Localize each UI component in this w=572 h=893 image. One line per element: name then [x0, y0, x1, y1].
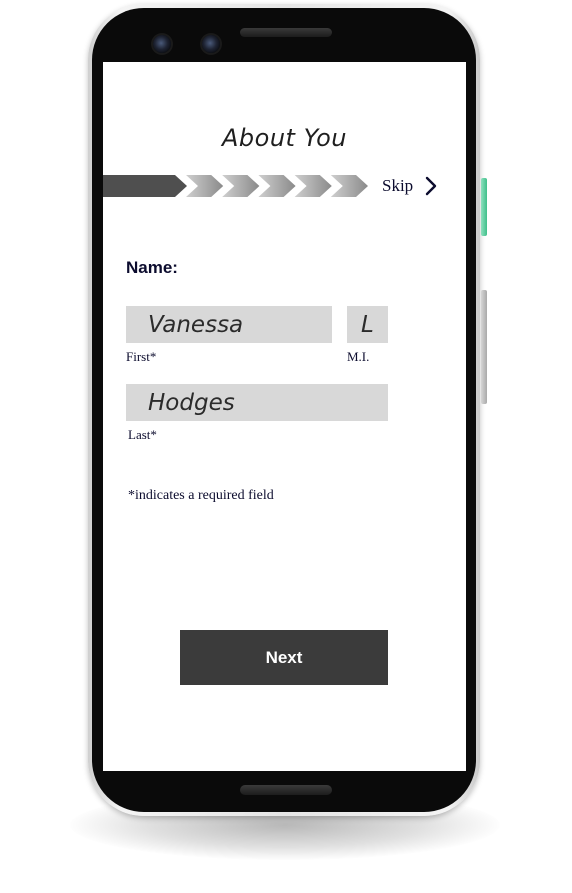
name-section-label: Name: — [126, 258, 178, 277]
first-name-caption: First* — [126, 349, 157, 364]
app-screen: About You Skip Name: Vanessa First* L M.… — [103, 62, 466, 771]
middle-initial-input[interactable]: L — [347, 306, 388, 343]
front-camera-icon — [153, 35, 171, 53]
chevron-right-icon — [425, 176, 437, 196]
skip-button[interactable]: Skip — [382, 173, 437, 199]
required-field-note: *indicates a required field — [128, 488, 274, 503]
progress-step-pending — [186, 175, 224, 197]
next-button[interactable]: Next — [180, 630, 388, 685]
side-button-volume — [481, 290, 487, 404]
page-title: About You — [221, 124, 347, 152]
skip-label: Skip — [382, 176, 414, 195]
last-name-caption: Last* — [128, 427, 157, 442]
progress-step-pending — [330, 175, 368, 197]
first-name-input[interactable]: Vanessa — [126, 306, 332, 343]
bottom-speaker — [240, 785, 332, 795]
middle-initial-caption: M.I. — [347, 349, 370, 364]
progress-step-pending — [222, 175, 260, 197]
earpiece-speaker — [240, 28, 332, 37]
progress-stepper — [103, 175, 368, 197]
middle-initial-value: L — [361, 311, 374, 338]
front-sensor-icon — [202, 35, 220, 53]
last-name-input[interactable]: Hodges — [126, 384, 388, 421]
progress-step-pending — [294, 175, 332, 197]
last-name-value: Hodges — [148, 389, 235, 416]
mockup-stage: About You Skip Name: Vanessa First* L M.… — [0, 0, 572, 893]
side-button-accent — [481, 178, 487, 236]
progress-step-complete — [103, 175, 187, 197]
first-name-value: Vanessa — [148, 311, 244, 338]
progress-step-pending — [258, 175, 296, 197]
